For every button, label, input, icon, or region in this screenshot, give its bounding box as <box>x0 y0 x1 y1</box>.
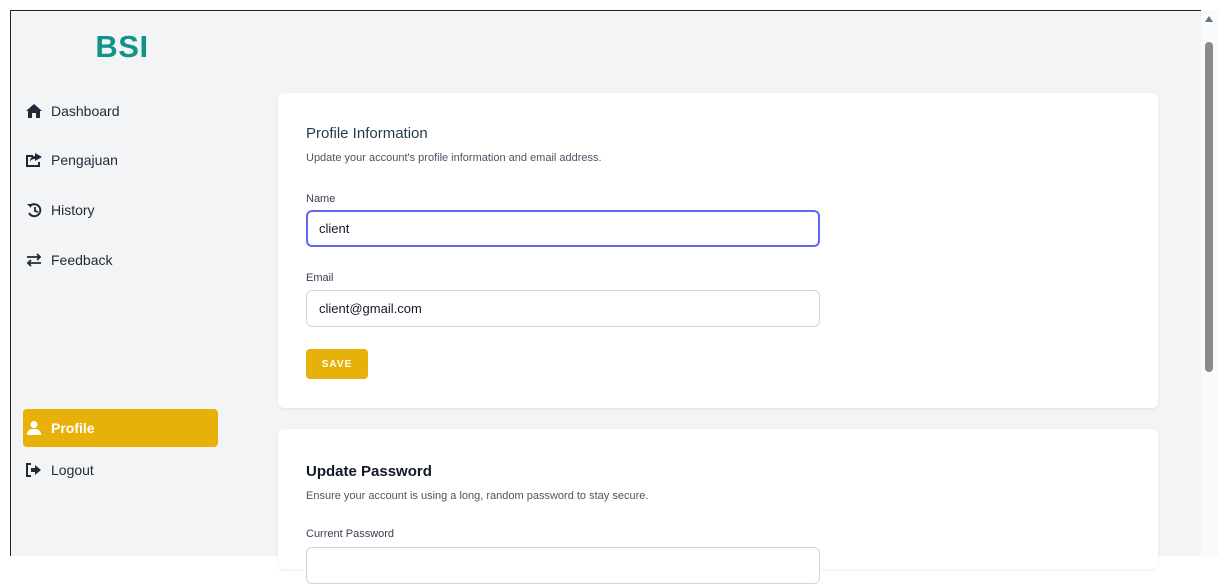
card-description: Update your account's profile informatio… <box>306 152 602 164</box>
email-label: Email <box>306 272 334 284</box>
sidebar-item-label: Logout <box>51 462 94 478</box>
current-password-label: Current Password <box>306 528 395 540</box>
sidebar-item-label: Pengajuan <box>51 152 118 168</box>
exchange-icon <box>23 251 45 269</box>
brand-logo[interactable]: BSI <box>11 29 233 65</box>
sidebar-item-feedback[interactable]: Feedback <box>23 241 218 279</box>
profile-information-card: Profile Information Update your account'… <box>278 93 1158 408</box>
sidebar-item-label: Profile <box>51 420 95 436</box>
sidebar-item-dashboard[interactable]: Dashboard <box>23 92 218 130</box>
card-title: Profile Information <box>306 125 428 142</box>
main-content: Profile Information Update your account'… <box>232 10 1201 584</box>
sidebar-item-label: History <box>51 202 95 218</box>
share-icon <box>23 151 45 169</box>
scroll-up-arrow-icon[interactable] <box>1205 16 1213 22</box>
name-input[interactable] <box>306 210 820 247</box>
current-password-input[interactable] <box>306 547 820 584</box>
name-label: Name <box>306 193 336 205</box>
sidebar-item-label: Feedback <box>51 252 113 268</box>
scroll-thumb[interactable] <box>1205 42 1213 372</box>
sidebar: BSI Dashboard Pengajuan History Feedback <box>10 10 232 556</box>
user-icon <box>23 419 45 437</box>
history-icon <box>23 201 45 219</box>
update-password-card: Update Password Ensure your account is u… <box>278 429 1158 584</box>
card-title: Update Password <box>306 463 432 480</box>
save-button[interactable]: SAVE <box>306 349 368 379</box>
sidebar-item-label: Dashboard <box>51 103 120 119</box>
sign-out-icon <box>23 461 45 479</box>
app-window: BSI Dashboard Pengajuan History Feedback <box>0 0 1219 584</box>
sidebar-item-pengajuan[interactable]: Pengajuan <box>23 141 218 179</box>
card-description: Ensure your account is using a long, ran… <box>306 490 649 502</box>
page-scrollbar[interactable] <box>1201 10 1219 556</box>
home-icon <box>23 102 45 120</box>
email-input[interactable] <box>306 290 820 327</box>
sidebar-item-logout[interactable]: Logout <box>23 451 218 489</box>
sidebar-item-history[interactable]: History <box>23 191 218 229</box>
sidebar-item-profile[interactable]: Profile <box>23 409 218 447</box>
